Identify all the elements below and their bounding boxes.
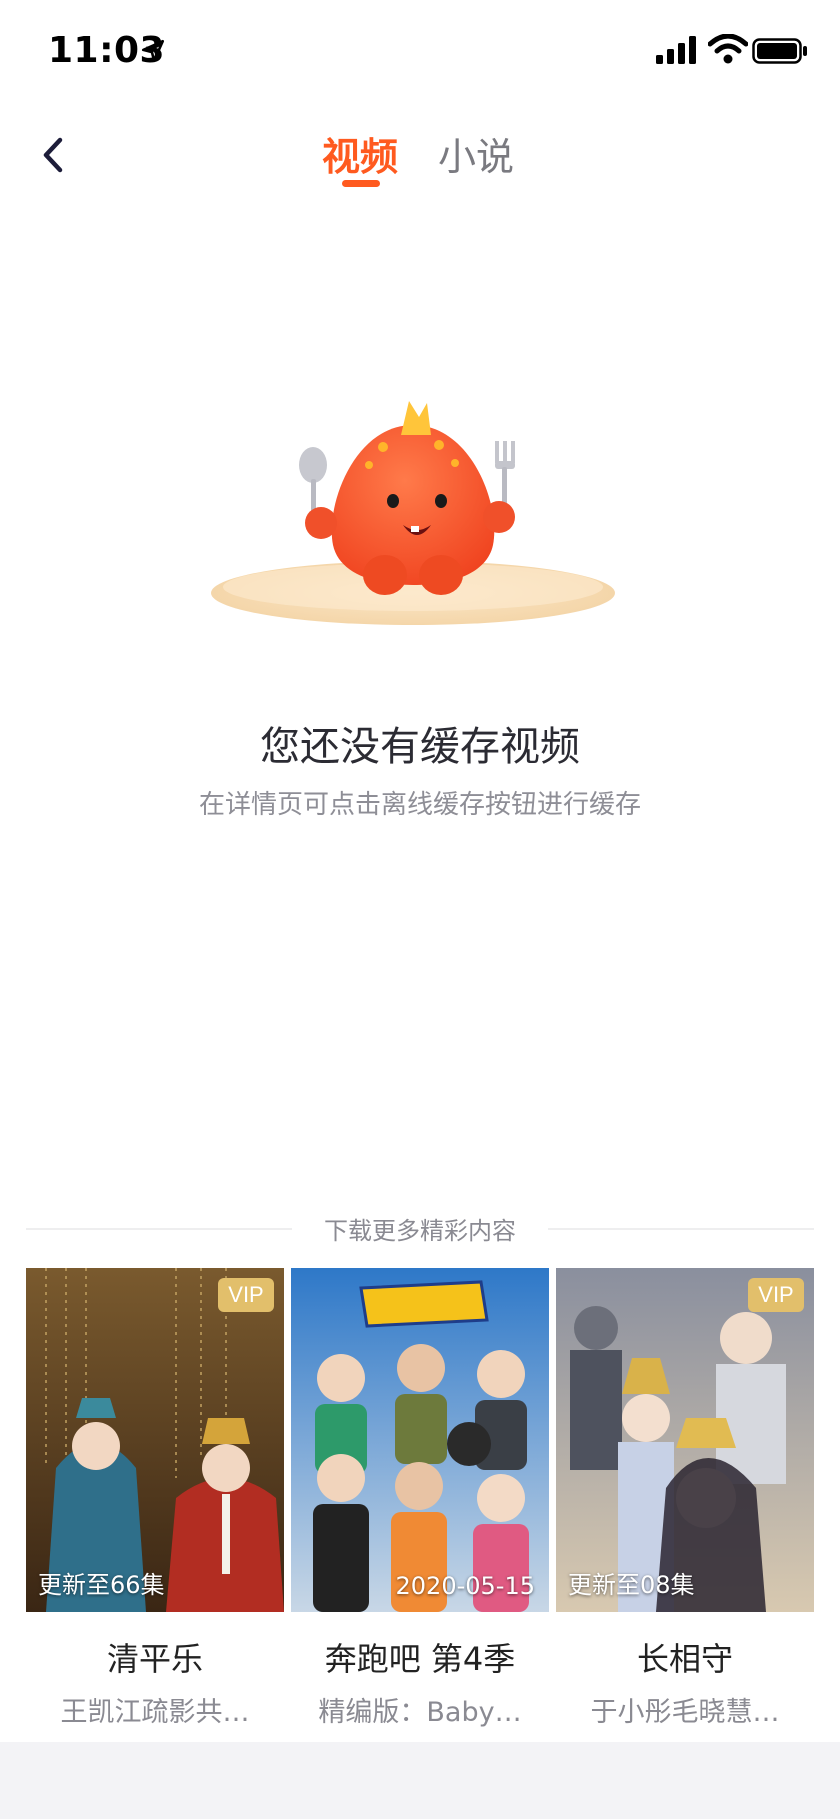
card-subtitle: 精编版：Baby… — [318, 1697, 522, 1728]
empty-mascot-illustration — [211, 401, 615, 625]
chevron-left-icon[interactable] — [38, 130, 68, 180]
update-status: 更新至66集 — [38, 1571, 165, 1599]
card-title: 奔跑吧 第4季 — [324, 1640, 516, 1678]
vip-badge: VIP — [218, 1278, 274, 1312]
status-bar: 11:03 — [0, 0, 840, 100]
card-title: 长相守 — [636, 1640, 733, 1678]
top-nav: 视频 小说 — [0, 110, 840, 200]
card-subtitle: 王凯江疏影共… — [60, 1697, 250, 1728]
wifi-icon — [708, 34, 748, 64]
bottom-strip — [0, 1742, 840, 1819]
recommendation-card[interactable]: 2020-05-15 奔跑吧 第4季 精编版：Baby… — [291, 1268, 549, 1729]
tab-video[interactable]: 视频 — [322, 126, 398, 181]
poster-image: VIP 更新至08集 — [556, 1268, 814, 1612]
poster-image: VIP 更新至66集 — [26, 1268, 284, 1612]
active-tab-indicator — [342, 180, 380, 187]
vip-badge: VIP — [748, 1278, 804, 1312]
poster-image: 2020-05-15 — [291, 1268, 549, 1612]
recommendation-card[interactable]: VIP 更新至66集 清平乐 王凯江疏影共… — [26, 1268, 284, 1729]
air-date: 2020-05-15 — [395, 1572, 535, 1600]
battery-icon — [752, 38, 807, 64]
cellular-signal-icon — [656, 36, 696, 64]
card-subtitle: 于小彤毛晓慧… — [590, 1697, 780, 1728]
empty-state-title: 您还没有缓存视频 — [260, 724, 580, 770]
card-title: 清平乐 — [106, 1640, 203, 1678]
location-arrow-icon — [141, 39, 165, 63]
tab-novel[interactable]: 小说 — [438, 126, 514, 181]
update-status: 更新至08集 — [568, 1571, 695, 1599]
divider-right — [548, 1228, 814, 1230]
recommendation-card[interactable]: VIP 更新至08集 长相守 于小彤毛晓慧… — [556, 1268, 814, 1729]
empty-state-subtitle: 在详情页可点击离线缓存按钮进行缓存 — [198, 790, 641, 820]
